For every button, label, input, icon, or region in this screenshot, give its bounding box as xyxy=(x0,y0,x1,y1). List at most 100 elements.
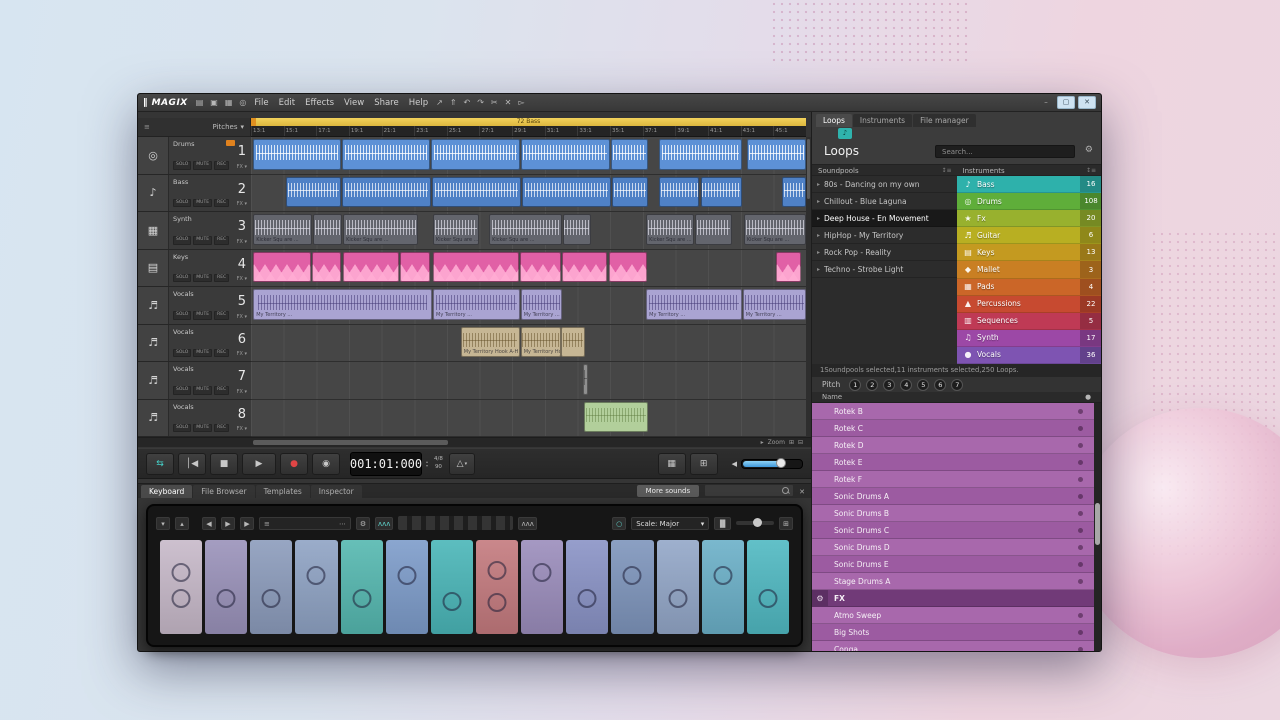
piano-key-9[interactable] xyxy=(521,540,563,634)
stop-button[interactable]: ■ xyxy=(210,453,238,475)
soundpool-item[interactable]: ▸80s - Dancing on my own xyxy=(812,176,957,193)
track-rec-button[interactable]: REC xyxy=(214,161,229,170)
audio-clip[interactable] xyxy=(520,252,561,283)
open-project-icon[interactable]: ▣ xyxy=(210,94,218,112)
audio-clip[interactable]: My Territory ... xyxy=(521,289,562,320)
play-button[interactable]: ▶ xyxy=(242,453,276,475)
track-header[interactable]: ▤Keys4SOLOMUTERECFX ▾ xyxy=(138,250,251,288)
sounds-search-input[interactable] xyxy=(704,484,794,497)
cursor-icon[interactable]: ▻ xyxy=(518,94,524,112)
audio-clip[interactable]: Kicker Squ are ... xyxy=(253,214,312,245)
restore-button[interactable]: ▢ xyxy=(1057,96,1075,109)
undo-icon[interactable]: ↶ xyxy=(464,94,471,112)
track-header[interactable]: ◎Drums1SOLOMUTERECFX ▾ xyxy=(138,137,251,175)
pitch-button-5[interactable]: 5 xyxy=(917,379,929,391)
audio-clip[interactable] xyxy=(431,139,520,170)
track-rec-button[interactable]: REC xyxy=(214,236,229,245)
audio-clip[interactable] xyxy=(400,252,430,283)
audio-clip[interactable] xyxy=(253,139,341,170)
audio-clip[interactable] xyxy=(342,139,430,170)
tab-inspector[interactable]: Inspector xyxy=(311,485,362,498)
audio-clip[interactable]: My Territory Hook A-HOP xyxy=(521,327,561,358)
share-icon[interactable]: ↗ xyxy=(436,94,443,112)
loop-item[interactable]: Conga xyxy=(812,641,1095,651)
new-document-icon[interactable]: ▤ xyxy=(196,94,204,112)
time-spinner[interactable]: ▴▾ xyxy=(426,460,428,468)
loop-item[interactable]: Sonic Drums B xyxy=(812,505,1095,522)
track-solo-button[interactable]: SOLO xyxy=(173,199,191,208)
audio-clip[interactable]: My Territory ... xyxy=(646,289,741,320)
piano-key-14[interactable] xyxy=(747,540,789,634)
record-circle-icon[interactable]: ○ xyxy=(612,517,626,530)
audio-clip[interactable] xyxy=(561,327,584,358)
track-rec-button[interactable]: REC xyxy=(214,311,229,320)
piano-key-4[interactable] xyxy=(295,540,337,634)
record-take-button[interactable]: ◉ xyxy=(312,453,340,475)
scissors-icon[interactable]: ✂ xyxy=(491,94,498,112)
timeline-ruler[interactable]: 13:115:117:119:121:123:125:127:129:131:1… xyxy=(251,126,806,137)
tab-file-manager[interactable]: File manager xyxy=(913,114,976,127)
soundpool-item[interactable]: ▸HipHop - My Territory xyxy=(812,227,957,244)
loops-scrollbar[interactable] xyxy=(1094,403,1101,651)
soundpool-item[interactable]: ▸Deep House - En Movement xyxy=(812,210,957,227)
sort-icon[interactable]: ↕≡ xyxy=(941,167,951,174)
audio-clip[interactable] xyxy=(562,252,607,283)
instrument-item[interactable]: ◎Drums108 xyxy=(957,193,1101,210)
delete-icon[interactable]: ✕ xyxy=(505,94,512,112)
track-mute-button[interactable]: MUTE xyxy=(193,161,212,170)
pitch-button-1[interactable]: 1 xyxy=(849,379,861,391)
piano-key-2[interactable] xyxy=(205,540,247,634)
loops-name-header[interactable]: Name ● xyxy=(812,392,1101,403)
track-rec-button[interactable]: REC xyxy=(214,199,229,208)
instrument-item[interactable]: ◆Mallet3 xyxy=(957,261,1101,278)
audio-clip[interactable] xyxy=(563,214,591,245)
instrument-item[interactable]: ▤Keys13 xyxy=(957,244,1101,261)
store-icon[interactable]: ◎ xyxy=(239,94,246,112)
piano-key-7[interactable] xyxy=(431,540,473,634)
audio-clip[interactable] xyxy=(611,139,648,170)
play-small-button[interactable]: ▶ xyxy=(221,517,235,530)
save-icon[interactable]: ▦ xyxy=(225,94,233,112)
clip-lane[interactable]: Kicker Squ are ...Kicker Squ are ...Kick… xyxy=(251,212,806,250)
track-mute-button[interactable]: MUTE xyxy=(193,311,212,320)
scroll-handle[interactable] xyxy=(807,139,810,199)
audio-clip[interactable] xyxy=(433,252,518,283)
instrument-item[interactable]: ♪Bass16 xyxy=(957,176,1101,193)
track-fx-button[interactable]: FX ▾ xyxy=(237,164,247,170)
track-mute-button[interactable]: MUTE xyxy=(193,236,212,245)
record-button[interactable]: ● xyxy=(280,453,308,475)
tab-file-browser[interactable]: File Browser xyxy=(193,485,254,498)
audio-clip[interactable] xyxy=(313,214,342,245)
timeline-horizontal-scrollbar[interactable]: ▸ Zoom ⊞ ⊟ xyxy=(138,437,811,447)
track-rec-button[interactable]: REC xyxy=(214,386,229,395)
grid-icon[interactable]: ⊞ xyxy=(779,517,793,530)
bars-icon[interactable]: ▐▌ xyxy=(714,517,731,530)
sort-icon[interactable]: ↕≡ xyxy=(1086,167,1096,174)
track-header[interactable]: ♬Vocals6SOLOMUTERECFX ▾ xyxy=(138,325,251,363)
audio-clip[interactable]: My Territory ... xyxy=(253,289,432,320)
export-icon[interactable]: ⇑ xyxy=(450,94,457,112)
audio-clip[interactable] xyxy=(521,139,610,170)
audio-clip[interactable] xyxy=(342,177,431,208)
keyboard-view-button[interactable]: ▦ xyxy=(658,453,686,475)
piano-key-1[interactable] xyxy=(160,540,202,634)
tab-keyboard[interactable]: Keyboard xyxy=(141,485,192,498)
minimize-button[interactable]: – xyxy=(1038,97,1054,108)
scroll-handle[interactable] xyxy=(253,440,448,445)
audio-clip[interactable] xyxy=(583,364,587,395)
instrument-item[interactable]: ▦Pads4 xyxy=(957,279,1101,296)
loop-item[interactable]: Rotek D xyxy=(812,437,1095,454)
track-solo-button[interactable]: SOLO xyxy=(173,161,191,170)
waveform-widget2-icon[interactable]: ʌʌʌ xyxy=(518,517,536,530)
redo-icon[interactable]: ↷ xyxy=(477,94,484,112)
audio-clip[interactable]: Kicker Squ are ... xyxy=(646,214,694,245)
piano-key-3[interactable] xyxy=(250,540,292,634)
browser-settings-gear-icon[interactable]: ⚙ xyxy=(1085,145,1093,155)
speaker-icon[interactable]: ◀ xyxy=(732,460,737,468)
clip-lane[interactable] xyxy=(251,362,806,400)
track-header[interactable]: ♬Vocals7SOLOMUTERECFX ▾ xyxy=(138,362,251,400)
piano-key-11[interactable] xyxy=(611,540,653,634)
audio-clip[interactable] xyxy=(286,177,341,208)
metronome-button[interactable]: △ ▾ xyxy=(449,453,475,475)
menu-edit[interactable]: Edit xyxy=(279,94,295,112)
